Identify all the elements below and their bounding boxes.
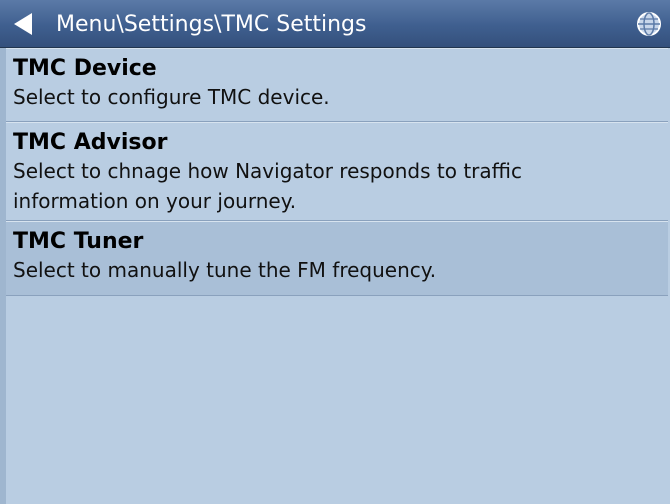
- title-bar: Menu\Settings\TMC Settings: [0, 0, 670, 48]
- list-item-tmc-advisor[interactable]: TMC Advisor Select to chnage how Navigat…: [6, 122, 668, 221]
- tmc-settings-screen: Menu\Settings\TMC Settings TMC Device Se…: [0, 0, 670, 504]
- breadcrumb-title: Menu\Settings\TMC Settings: [56, 12, 367, 37]
- back-button[interactable]: [8, 7, 42, 41]
- back-arrow-icon: [14, 13, 32, 35]
- item-description: Select to manually tune the FM frequency…: [13, 258, 437, 282]
- item-description: Select to configure TMC device.: [13, 85, 330, 109]
- globe-icon: [637, 12, 661, 36]
- list-item-tmc-tuner[interactable]: TMC Tuner Select to manually tune the FM…: [6, 221, 668, 296]
- globe-button[interactable]: [634, 9, 664, 39]
- item-description: Select to chnage how Navigator responds …: [13, 159, 522, 213]
- item-title: TMC Advisor: [13, 130, 168, 155]
- settings-list: TMC Device Select to configure TMC devic…: [6, 48, 668, 296]
- item-title: TMC Device: [13, 56, 157, 81]
- item-title: TMC Tuner: [13, 229, 144, 254]
- list-item-tmc-device[interactable]: TMC Device Select to configure TMC devic…: [6, 48, 668, 122]
